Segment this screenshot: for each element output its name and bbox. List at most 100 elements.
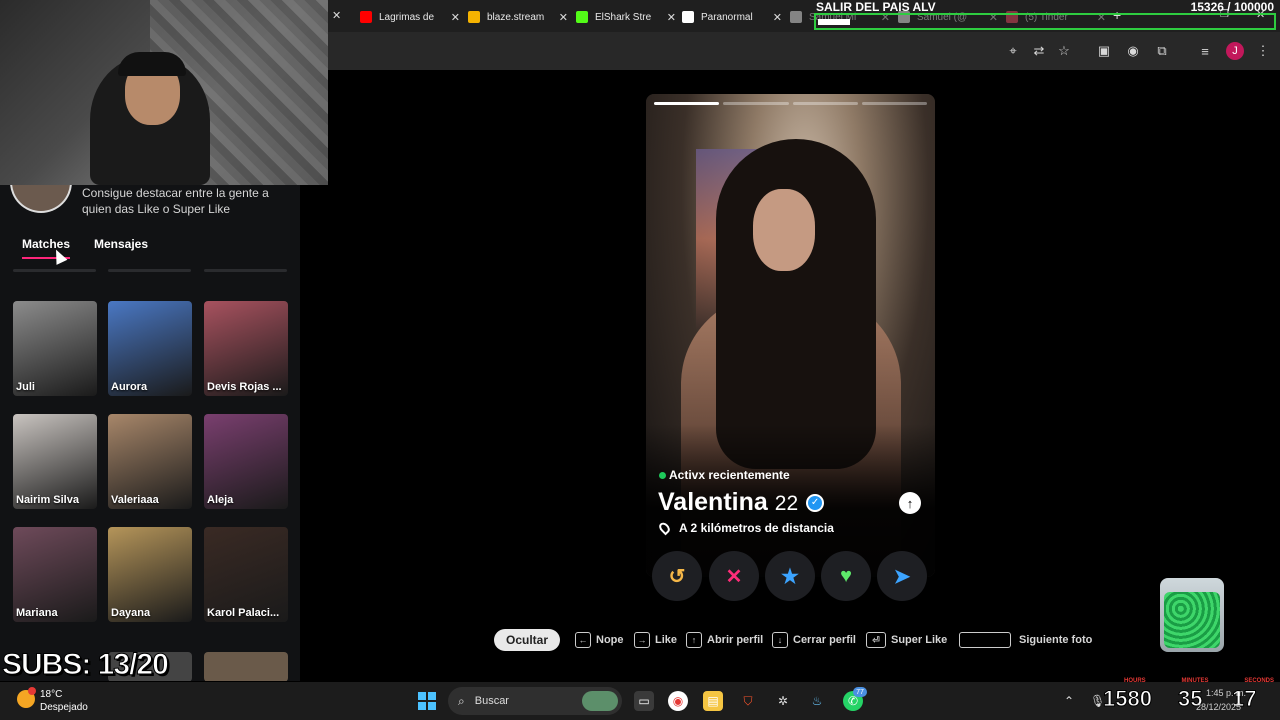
tip-jar-beans bbox=[1164, 592, 1220, 648]
match-card-partial[interactable] bbox=[204, 652, 288, 681]
browser-tab-label: blaze.stream bbox=[487, 11, 545, 23]
screen: ✕ Lagrimas de ✕ blaze.stream ✕ ElShark Stre ✕… bbox=[0, 0, 1280, 720]
whatsapp-badge: 77 bbox=[853, 687, 867, 697]
chrome-icon[interactable]: ◉ bbox=[668, 691, 688, 711]
profile-card[interactable]: Activx recientemente Valentina 22 ✓ A 2 … bbox=[646, 94, 935, 577]
nope-button[interactable]: ✕ bbox=[709, 551, 759, 601]
steam-icon[interactable]: ♨ bbox=[807, 691, 827, 711]
tab-close-icon[interactable]: ✕ bbox=[773, 11, 782, 24]
tab-close-icon[interactable]: ✕ bbox=[559, 11, 568, 24]
hint-like-label: Like bbox=[655, 634, 678, 646]
browser-tab[interactable]: Paranormal ✕ bbox=[682, 6, 782, 28]
match-name: Nairim Silva bbox=[16, 494, 79, 506]
weather-condition: Despejado bbox=[40, 702, 88, 713]
match-card[interactable]: Aleja bbox=[204, 414, 288, 509]
match-card[interactable]: Valeriaaa bbox=[108, 414, 192, 509]
keyboard-hints: Ocultar ← Nope → Like ↑ Abrir perfil ↓ Cerra… bbox=[494, 629, 1114, 651]
tab-matches[interactable]: Matches bbox=[22, 237, 71, 259]
profile-name: Valentina bbox=[658, 488, 768, 516]
match-placeholder bbox=[13, 269, 96, 272]
brave-icon[interactable]: ⛉ bbox=[738, 691, 758, 711]
profile-avatar[interactable]: J bbox=[1226, 42, 1244, 60]
profile-age: 22 bbox=[774, 492, 799, 515]
browser-tab[interactable]: blaze.stream ✕ bbox=[468, 6, 568, 28]
media-controls-icon[interactable]: ≡ bbox=[1196, 42, 1214, 60]
file-explorer-icon[interactable]: ▤ bbox=[703, 691, 723, 711]
browser-tab[interactable]: ElShark Stre ✕ bbox=[576, 6, 676, 28]
extension-globe-icon[interactable]: ◉ bbox=[1124, 42, 1142, 60]
goal-progress-bar bbox=[814, 13, 1276, 30]
match-card[interactable]: Karol Palaci... bbox=[204, 527, 288, 622]
kick-icon bbox=[576, 11, 588, 23]
action-buttons: ↺ ✕ ★ ♥ ➤ bbox=[646, 551, 935, 603]
bookmark-star-icon[interactable]: ☆ bbox=[1055, 42, 1073, 60]
tab-messages[interactable]: Mensajes bbox=[94, 237, 148, 251]
spacebar-key-icon bbox=[959, 632, 1011, 648]
photo-progress-segment[interactable] bbox=[654, 102, 720, 105]
browser-tab-label: Paranormal bbox=[701, 11, 753, 23]
tab-close-icon[interactable]: ✕ bbox=[451, 11, 460, 24]
match-card[interactable]: Devis Rojas ... bbox=[204, 301, 288, 396]
match-card[interactable]: Mariana bbox=[13, 527, 97, 622]
timer-hours: 1580 bbox=[1103, 686, 1153, 712]
photo-progress-bars bbox=[654, 102, 927, 106]
match-name: Aleja bbox=[207, 494, 234, 506]
extensions-puzzle-icon[interactable]: ⧉ bbox=[1153, 42, 1171, 60]
tab-close-icon[interactable]: ✕ bbox=[332, 9, 341, 22]
matches-sidebar: Consigue destacar entre la gente a quien… bbox=[0, 185, 300, 681]
tab-close-icon[interactable]: ✕ bbox=[667, 11, 676, 24]
verified-badge-icon: ✓ bbox=[806, 493, 825, 512]
hint-nope-label: Nope bbox=[596, 634, 624, 646]
enter-key-icon: ⏎ bbox=[866, 632, 886, 648]
hide-hints-button[interactable]: Ocultar bbox=[494, 629, 560, 651]
match-card[interactable]: Dayana bbox=[108, 527, 192, 622]
extension-oo-icon[interactable]: ▣ bbox=[1095, 42, 1113, 60]
match-name: Valeriaaa bbox=[111, 494, 159, 506]
rewind-button[interactable]: ↺ bbox=[652, 551, 702, 601]
photo-progress-segment[interactable] bbox=[861, 102, 927, 105]
arrow-down-key-icon: ↓ bbox=[772, 632, 788, 648]
super-like-button[interactable]: ★ bbox=[765, 551, 815, 601]
tip-jar-overlay bbox=[1160, 578, 1224, 652]
hint-close-profile-label: Cerrar perfil bbox=[793, 634, 856, 646]
location-pin-icon bbox=[657, 520, 672, 536]
goal-progress-fill bbox=[818, 19, 850, 25]
tiktok-icon bbox=[790, 11, 802, 23]
goal-title: SALIR DEL PAIS ALV bbox=[816, 0, 936, 14]
promo-avatar[interactable] bbox=[10, 185, 72, 213]
arrow-left-key-icon: ← bbox=[575, 632, 591, 648]
system-date[interactable]: 28/12/2025 bbox=[1196, 702, 1241, 712]
open-profile-button[interactable]: ↑ bbox=[899, 492, 921, 514]
match-placeholder bbox=[108, 269, 191, 272]
match-card[interactable]: Nairim Silva bbox=[13, 414, 97, 509]
location-icon[interactable]: ⌖ bbox=[1004, 42, 1022, 60]
chatgpt-icon[interactable]: ✲ bbox=[773, 691, 793, 711]
taskbar-search[interactable]: ⌕ Buscar bbox=[448, 687, 622, 715]
active-status-text: Activx recientemente bbox=[669, 468, 790, 482]
browser-toolbar: ⌖ ⇄ ☆ ▣ ◉ ⧉ ≡ J ⋮ bbox=[328, 32, 1280, 70]
browser-tab-label: Lagrimas de bbox=[379, 11, 435, 23]
sidebar-tabs: Matches Mensajes bbox=[0, 237, 300, 261]
windows-taskbar: 18°C Despejado ⌕ Buscar ▭ ◉ ▤ ⛉ ✲ ♨ ✆ 77… bbox=[0, 682, 1280, 720]
match-name: Juli bbox=[16, 381, 35, 393]
goal-count: 15326 / 100000 bbox=[1190, 0, 1274, 14]
task-view-icon[interactable]: ▭ bbox=[634, 691, 654, 711]
tray-chevron-icon[interactable]: ⌃ bbox=[1064, 694, 1074, 708]
photo-subject-face bbox=[753, 189, 815, 271]
subs-counter: SUBS: 13/20 bbox=[2, 648, 170, 682]
photo-progress-segment[interactable] bbox=[723, 102, 789, 105]
browser-tab[interactable]: Lagrimas de ✕ bbox=[360, 6, 460, 28]
boost-button[interactable]: ➤ bbox=[877, 551, 927, 601]
like-button[interactable]: ♥ bbox=[821, 551, 871, 601]
match-card[interactable]: Aurora bbox=[108, 301, 192, 396]
tiktok-icon bbox=[682, 11, 694, 23]
start-button[interactable] bbox=[418, 692, 436, 710]
cast-icon[interactable]: ⇄ bbox=[1030, 42, 1048, 60]
match-card[interactable]: Juli bbox=[13, 301, 97, 396]
system-time[interactable]: 1:45 p. m. bbox=[1206, 688, 1246, 698]
webcam-overlay bbox=[0, 0, 328, 185]
hint-like: → Like bbox=[634, 629, 677, 651]
profile-distance: A 2 kilómetros de distancia bbox=[657, 520, 834, 536]
photo-progress-segment[interactable] bbox=[792, 102, 858, 105]
menu-kebab-icon[interactable]: ⋮ bbox=[1254, 42, 1272, 60]
